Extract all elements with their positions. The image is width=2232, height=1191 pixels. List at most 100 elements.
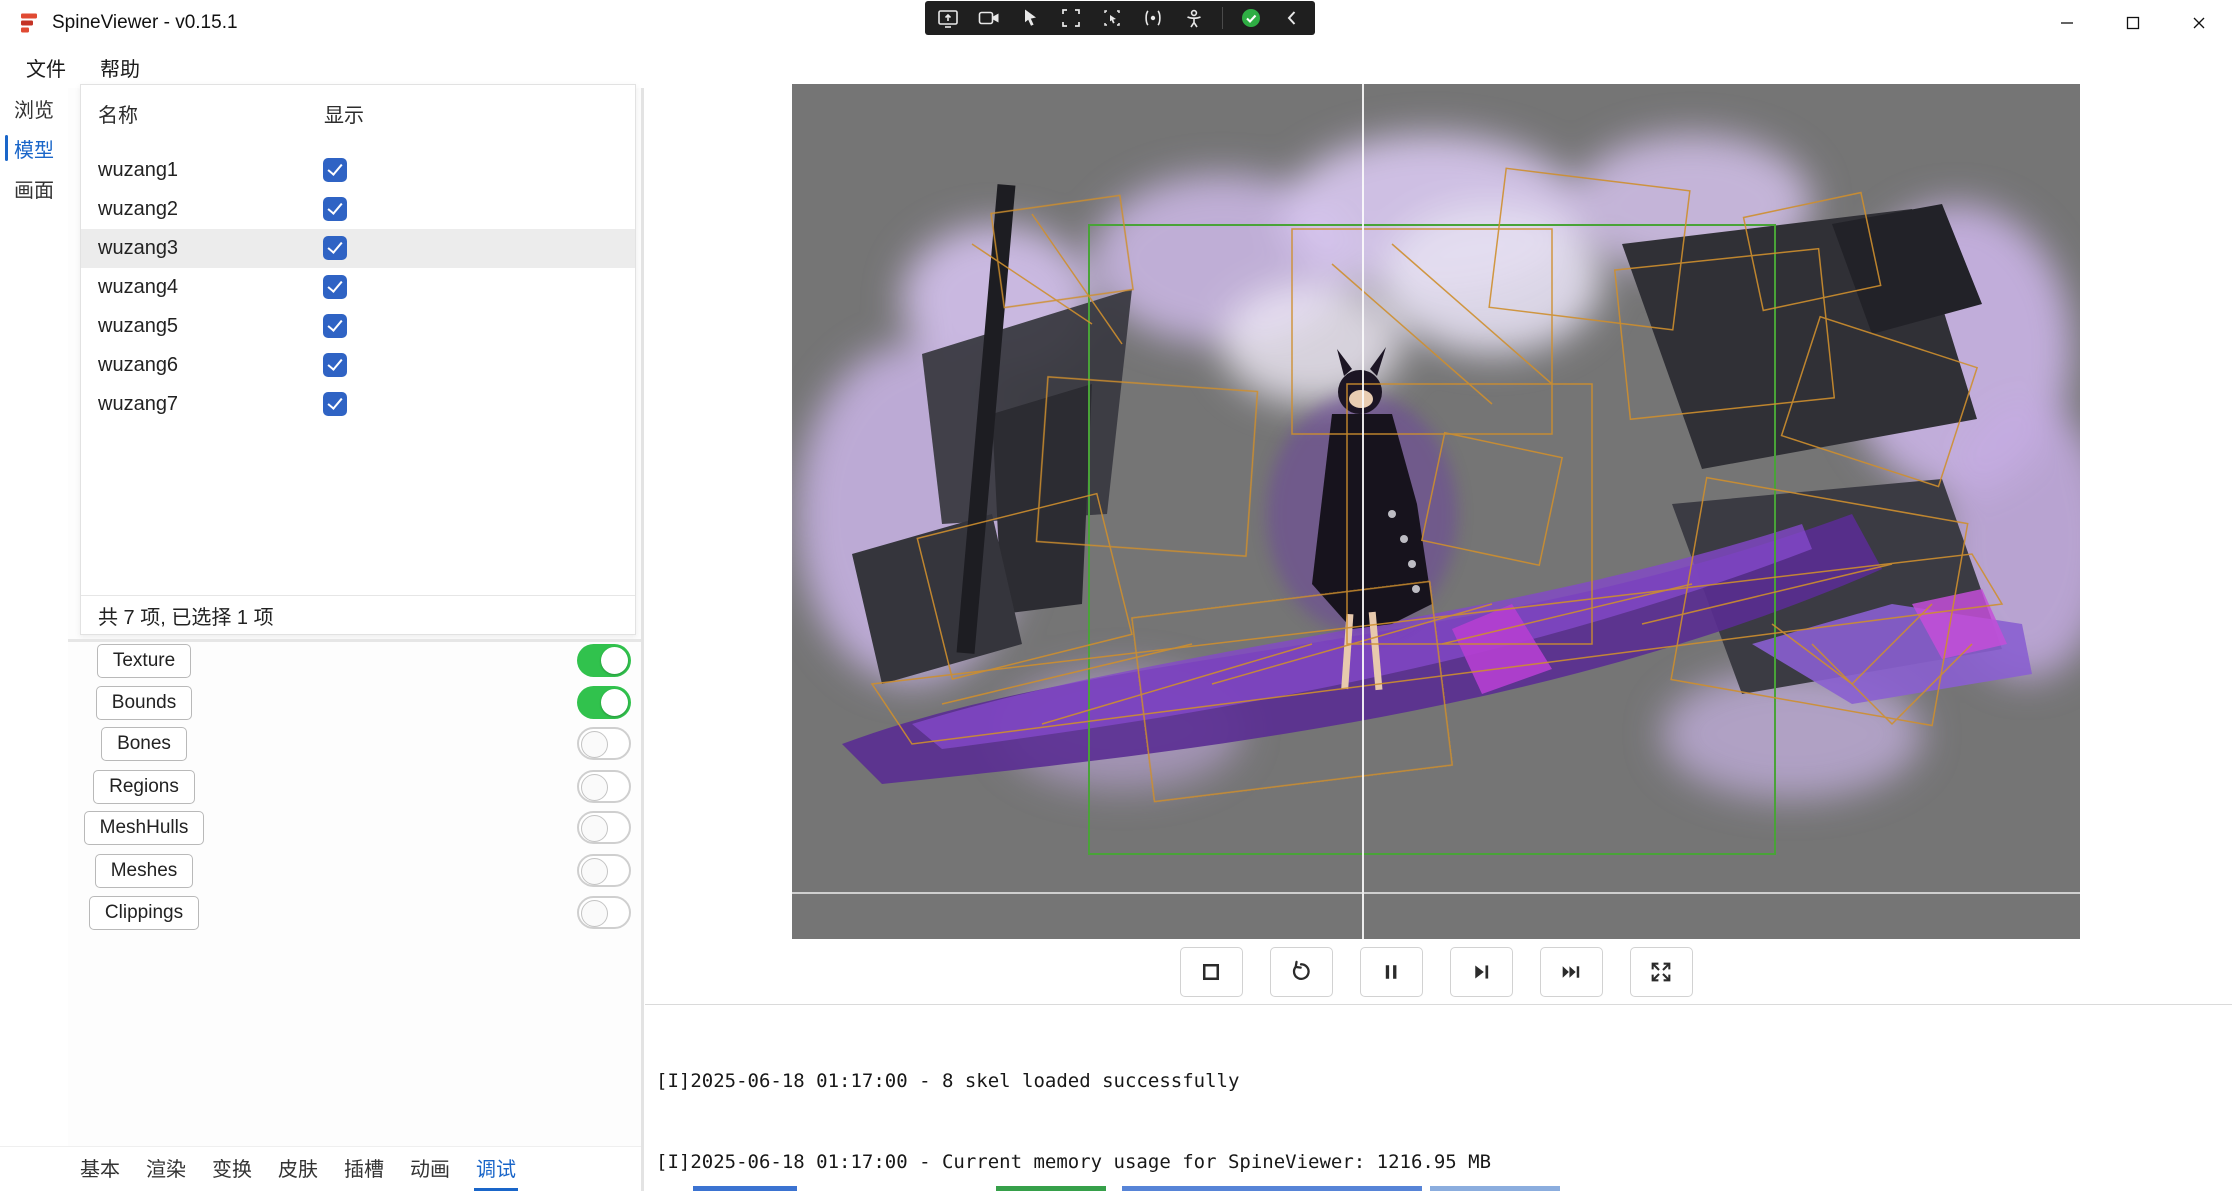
window-controls [2034,0,2232,46]
tab-animation[interactable]: 动画 [408,1147,452,1191]
overlay-capture-toolbar [925,1,1315,35]
model-name: wuzang2 [98,198,308,221]
clippings-button[interactable]: Clippings [89,896,199,930]
spineviewer-logo-icon [18,11,42,35]
selection-status: 共 7 项, 已选择 1 项 [98,601,274,630]
meshhulls-toggle[interactable] [577,811,631,844]
region-select-icon[interactable] [1058,5,1084,31]
fullscreen-icon [1648,959,1674,985]
debug-row: Meshes [68,854,641,888]
screen-capture-icon[interactable] [935,5,961,31]
restart-button[interactable] [1270,947,1333,997]
debug-row: Regions [68,770,641,804]
tab-render[interactable]: 渲染 [144,1147,188,1191]
side-nav: 浏览 模型 画面 [0,88,68,1191]
toolbar-divider [1222,7,1223,29]
left-tab-bar: 基本 渲染 变换 皮肤 插槽 动画 调试 [0,1146,641,1191]
tab-debug[interactable]: 调试 [474,1147,518,1191]
log-line: [I]2025-06-18 01:17:00 - Current memory … [656,1149,2216,1176]
minimize-button[interactable] [2034,0,2100,46]
tab-transform[interactable]: 变换 [210,1147,254,1191]
accessibility-person-icon[interactable] [1181,5,1207,31]
menu-help[interactable]: 帮助 [88,48,152,87]
taskbar-fragment [1430,1186,1560,1191]
cursor-select-icon[interactable] [1017,5,1043,31]
pause-button[interactable] [1360,947,1423,997]
stop-button[interactable] [1180,947,1243,997]
restart-icon [1288,959,1314,985]
left-panel: 名称 显示 wuzang1 wuzang2 wuzang3 wuzang4 wu… [68,88,641,1191]
pause-icon [1378,959,1404,985]
taskbar-fragment [1122,1186,1422,1191]
model-row[interactable]: wuzang2 [81,190,635,229]
sidebar-item-model[interactable]: 模型 [0,128,68,168]
bones-button[interactable]: Bones [101,727,187,761]
model-row[interactable]: wuzang5 [81,307,635,346]
model-row[interactable]: wuzang3 [81,229,635,268]
visible-checkbox[interactable] [323,314,347,338]
texture-toggle[interactable] [577,644,631,677]
list-status-bar: 共 7 项, 已选择 1 项 [81,595,635,634]
window-title: SpineViewer - v0.15.1 [52,0,238,46]
model-name: wuzang4 [98,276,308,299]
model-name: wuzang1 [98,159,308,182]
title-bar: SpineViewer - v0.15.1 [0,0,2232,46]
viewport-horizontal-axis [792,892,2080,894]
visible-checkbox[interactable] [323,392,347,416]
collapse-chevron-icon[interactable] [1279,5,1305,31]
model-list-panel: 名称 显示 wuzang1 wuzang2 wuzang3 wuzang4 wu… [80,84,636,635]
tab-slot[interactable]: 插槽 [342,1147,386,1191]
visible-checkbox[interactable] [323,197,347,221]
step-forward-button[interactable] [1450,947,1513,997]
debug-panel: Texture Bounds Bones Regions MeshHulls M… [68,640,641,940]
meshes-toggle[interactable] [577,854,631,887]
taskbar-fragment [996,1186,1106,1191]
debug-row: Bounds [68,686,641,720]
model-list-header: 名称 显示 [81,85,635,147]
menu-file[interactable]: 文件 [14,48,78,87]
model-row[interactable]: wuzang7 [81,385,635,424]
model-row[interactable]: wuzang6 [81,346,635,385]
keystroke-display-icon[interactable] [1140,5,1166,31]
bounds-button[interactable]: Bounds [96,686,192,720]
debug-row: Clippings [68,896,641,930]
visible-checkbox[interactable] [323,158,347,182]
visible-checkbox[interactable] [323,275,347,299]
status-check-icon[interactable] [1238,5,1264,31]
tab-skin[interactable]: 皮肤 [276,1147,320,1191]
debug-row: MeshHulls [68,811,641,845]
visible-checkbox[interactable] [323,236,347,260]
clippings-toggle[interactable] [577,896,631,929]
skip-forward-icon [1558,959,1584,985]
fullscreen-button[interactable] [1630,947,1693,997]
bones-toggle[interactable] [577,727,631,760]
model-list-rows: wuzang1 wuzang2 wuzang3 wuzang4 wuzang5 … [81,151,635,424]
meshhulls-button[interactable]: MeshHulls [84,811,205,845]
region-cursor-icon[interactable] [1099,5,1125,31]
model-row[interactable]: wuzang1 [81,151,635,190]
texture-button[interactable]: Texture [97,644,191,678]
regions-button[interactable]: Regions [93,770,195,804]
spine-viewport[interactable] [792,84,2080,939]
close-button[interactable] [2166,0,2232,46]
vertical-splitter[interactable] [641,88,644,1191]
debug-row: Bones [68,727,641,761]
video-record-icon[interactable] [976,5,1002,31]
step-forward-icon [1468,959,1494,985]
maximize-button[interactable] [2100,0,2166,46]
playback-controls [792,947,2080,997]
skip-forward-button[interactable] [1540,947,1603,997]
model-name: wuzang5 [98,315,308,338]
sidebar-item-browse[interactable]: 浏览 [0,88,68,128]
visible-checkbox[interactable] [323,353,347,377]
tab-basic[interactable]: 基本 [78,1147,122,1191]
sidebar-item-screen[interactable]: 画面 [0,168,68,208]
bounds-toggle[interactable] [577,686,631,719]
meshes-button[interactable]: Meshes [95,854,194,888]
stop-icon [1198,959,1224,985]
log-separator [645,1004,2232,1005]
menu-bar: 文件 帮助 [0,46,2232,88]
model-row[interactable]: wuzang4 [81,268,635,307]
regions-toggle[interactable] [577,770,631,803]
model-name: wuzang7 [98,393,308,416]
